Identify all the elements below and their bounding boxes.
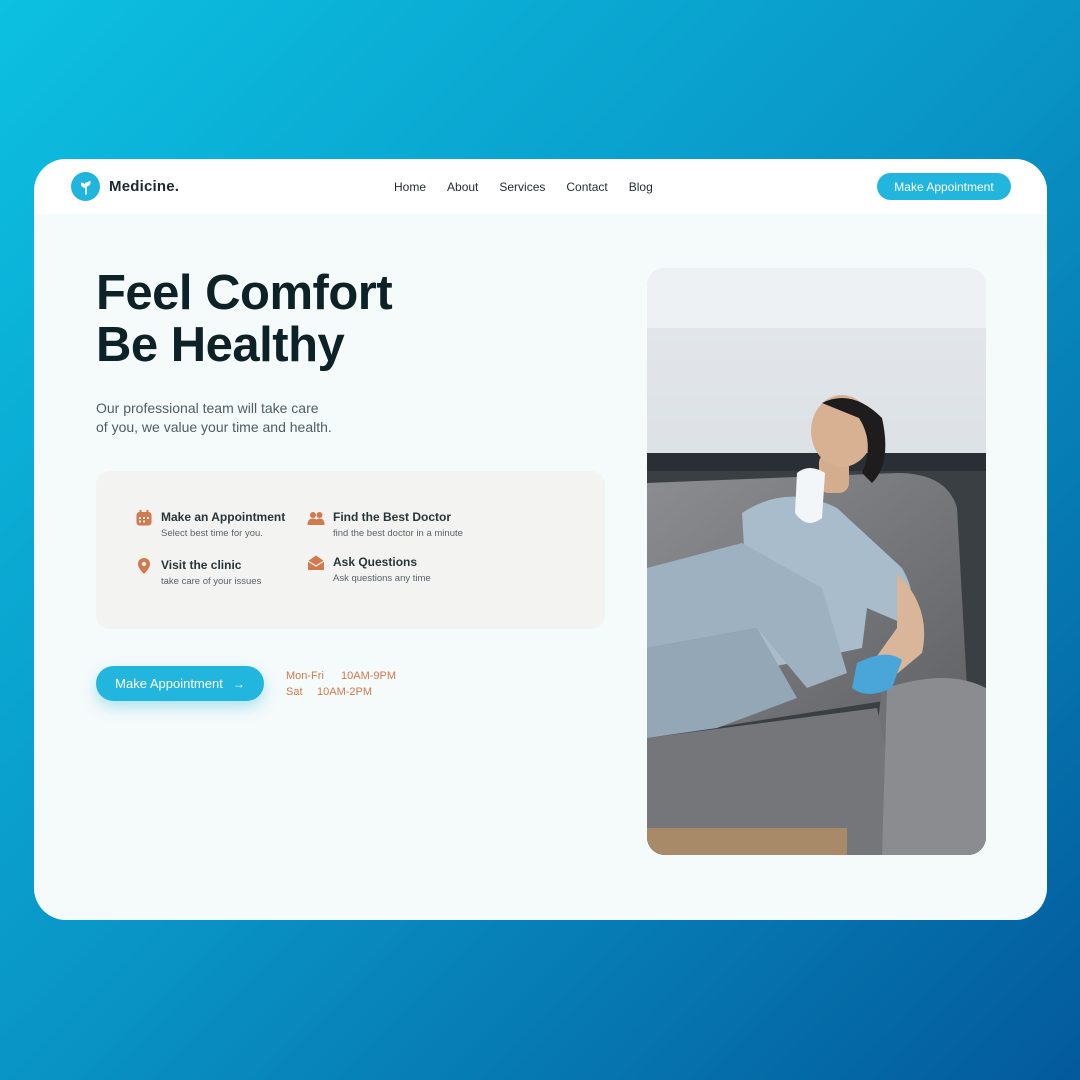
feature-desc: find the best doctor in a minute: [333, 528, 463, 539]
make-appointment-button[interactable]: Make Appointment →: [96, 666, 264, 701]
calendar-icon: [136, 509, 152, 526]
feature-visit-clinic[interactable]: Visit the clinic take care of your issue…: [135, 558, 261, 588]
hours-days: Mon-Fri: [286, 670, 324, 682]
nav-links: Home About Services Contact Blog: [394, 159, 674, 214]
arrow-right-icon: →: [232, 676, 245, 691]
hero-subtitle-line1: Our professional team will take care: [96, 400, 319, 416]
nav-services[interactable]: Services: [499, 180, 545, 194]
opening-hours: Mon-Fri 10AM-9PM Sat 10AM-2PM: [286, 668, 396, 700]
feature-title: Ask Questions: [333, 555, 418, 569]
features-panel: Make an Appointment Select best time for…: [96, 471, 605, 629]
feature-title: Visit the clinic: [161, 558, 242, 572]
feature-desc: take care of your issues: [161, 576, 262, 587]
nav-make-appointment-button[interactable]: Make Appointment: [877, 173, 1011, 200]
feature-ask-questions[interactable]: Ask Questions Ask questions any time: [307, 555, 431, 585]
hours-row-saturday: Sat 10AM-2PM: [286, 684, 396, 700]
nav-home[interactable]: Home: [394, 180, 426, 194]
location-pin-icon: [138, 558, 150, 574]
hero-title: Feel Comfort Be Healthy: [96, 266, 393, 372]
cta-label: Make Appointment: [115, 676, 223, 691]
feature-title: Make an Appointment: [161, 510, 286, 524]
hero-title-line2: Be Healthy: [96, 318, 345, 372]
feature-desc: Select best time for you.: [161, 528, 263, 539]
nav-contact[interactable]: Contact: [566, 180, 607, 194]
hours-time: 10AM-2PM: [317, 686, 373, 698]
navbar: Medicine. Home About Services Contact Bl…: [34, 159, 1047, 214]
hero-photo-illustration: [647, 268, 986, 855]
feature-appointment[interactable]: Make an Appointment Select best time for…: [135, 509, 286, 540]
hours-time: 10AM-9PM: [341, 670, 397, 682]
hours-days: Sat: [286, 686, 303, 698]
hero-subtitle-line2: of you, we value your time and health.: [96, 419, 332, 435]
leaf-logo-icon: [71, 172, 100, 201]
hero-photo-nurse-resting: [647, 268, 986, 855]
feature-title: Find the Best Doctor: [333, 510, 452, 524]
feature-find-doctor[interactable]: Find the Best Doctor find the best docto…: [307, 510, 463, 540]
nav-about[interactable]: About: [447, 180, 478, 194]
landing-card: Medicine. Home About Services Contact Bl…: [34, 159, 1047, 920]
doctors-icon: [307, 512, 325, 525]
hero-title-line1: Feel Comfort: [96, 266, 393, 320]
hero-subtitle: Our professional team will take care of …: [96, 399, 396, 437]
brand-name: Medicine.: [109, 178, 180, 195]
feature-desc: Ask questions any time: [333, 573, 431, 584]
logo[interactable]: Medicine.: [71, 172, 179, 201]
hours-row-weekdays: Mon-Fri 10AM-9PM: [286, 668, 396, 684]
mail-icon: [307, 555, 325, 570]
nav-blog[interactable]: Blog: [629, 180, 653, 194]
